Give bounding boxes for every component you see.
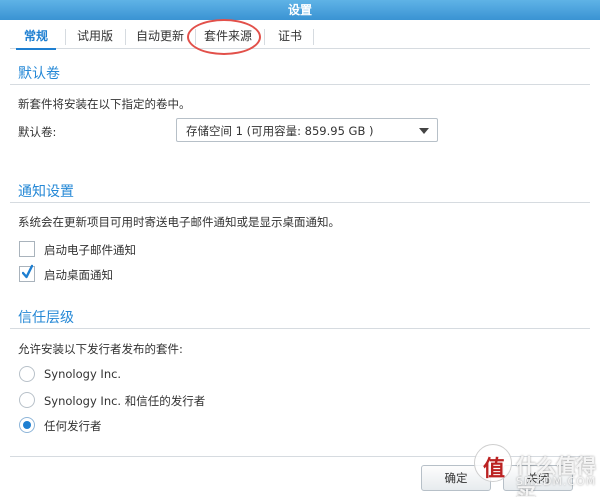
tab-separator [264,29,265,45]
desktop-notification-label[interactable]: 启动桌面通知 [44,267,113,283]
section-title-notification: 通知设置 [18,184,74,200]
section-divider [10,202,590,203]
trust-level-description: 允许安装以下发行者发布的套件: [18,342,183,356]
settings-window: 设置 常规 试用版 自动更新 套件来源 证书 默认卷 新套件将安装在以下指定的卷… [0,0,600,497]
notification-description: 系统会在更新项目可用时寄送电子邮件通知或是显示桌面通知。 [18,215,340,229]
trust-any-publisher-radio[interactable] [19,417,35,433]
tab-auto-update[interactable]: 自动更新 [130,24,190,49]
tab-general[interactable]: 常规 [16,24,56,50]
tab-certificate[interactable]: 证书 [270,24,310,49]
default-volume-description: 新套件将安装在以下指定的卷中。 [18,97,191,111]
trust-any-publisher-label[interactable]: 任何发行者 [44,418,102,434]
tab-bar: 常规 试用版 自动更新 套件来源 证书 [10,20,590,50]
default-volume-select[interactable]: 存储空间 1 (可用容量: 859.95 GB ) [176,118,438,142]
window-title: 设置 [0,0,600,20]
section-divider [10,328,590,329]
email-notification-label[interactable]: 启动电子邮件通知 [44,242,136,258]
trust-synology-trusted-radio[interactable] [19,392,35,408]
trust-synology-label[interactable]: Synology Inc. [44,367,121,381]
watermark-text: 什么值得买 [516,454,596,497]
watermark-subtext: SMZDM.COM [516,475,597,488]
trust-synology-trusted-label[interactable]: Synology Inc. 和信任的发行者 [44,393,205,409]
radio-selected-dot [23,421,31,429]
tab-trial[interactable]: 试用版 [70,24,120,49]
section-title-default-volume: 默认卷 [18,66,60,82]
highlight-annotation [187,19,261,55]
watermark-logo-icon: 值 [483,457,506,482]
watermark-logo: 值 [474,444,512,482]
tab-separator [125,29,126,45]
section-title-trust-level: 信任层级 [18,310,74,326]
default-volume-value: 存储空间 1 (可用容量: 859.95 GB ) [186,124,374,138]
default-volume-label: 默认卷: [18,125,57,139]
tab-separator [65,29,66,45]
tab-separator [313,29,314,45]
chevron-down-icon[interactable] [419,128,429,134]
desktop-notification-checkbox[interactable] [19,264,35,282]
check-icon [22,264,33,279]
email-notification-checkbox[interactable] [19,241,35,257]
trust-synology-radio[interactable] [19,366,35,382]
section-divider [10,84,590,85]
